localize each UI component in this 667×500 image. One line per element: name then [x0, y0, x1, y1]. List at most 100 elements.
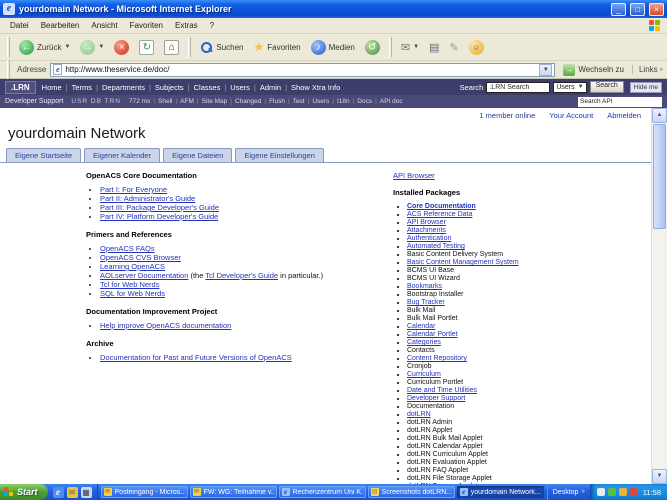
- package-link[interactable]: Calendar Portlet: [407, 331, 458, 338]
- taskbar-task[interactable]: ✉FW: WG: Teilnahme v...: [190, 486, 277, 498]
- hide-me-button[interactable]: Hide me: [630, 82, 662, 93]
- package-link[interactable]: Date and Time Utilities: [407, 387, 477, 394]
- maximize-button[interactable]: □: [630, 3, 645, 16]
- dev-stat-772-ms[interactable]: 772 ms: [129, 98, 150, 105]
- doc-link[interactable]: AOLserver Documentation: [100, 271, 188, 280]
- lrn-nav-classes[interactable]: Classes: [194, 83, 221, 92]
- mail-dropdown-icon[interactable]: ▼: [413, 44, 419, 50]
- api-search-input[interactable]: [578, 98, 667, 105]
- lrn-nav-admin[interactable]: Admin: [260, 83, 281, 92]
- print-button[interactable]: ▤: [425, 39, 443, 56]
- stop-button[interactable]: ×: [110, 38, 133, 57]
- address-dropdown-icon[interactable]: ▼: [539, 64, 552, 76]
- package-link[interactable]: Automated Testing: [407, 243, 465, 250]
- lrn-nav-users[interactable]: Users: [230, 83, 250, 92]
- home-button[interactable]: ⌂: [160, 38, 183, 57]
- dev-stat-flush[interactable]: Flush: [269, 98, 285, 105]
- dev-stat-docs[interactable]: Docs: [357, 98, 372, 105]
- tab-eigener-kalender[interactable]: Eigener Kalender: [84, 148, 160, 162]
- taskbar-task[interactable]: eyourdomain Network...: [457, 486, 544, 498]
- doc-link[interactable]: Help improve OpenACS documentation: [100, 321, 231, 330]
- doc-link[interactable]: Learning OpenACS: [100, 262, 165, 271]
- doc-link[interactable]: Part III: Package Developer's Guide: [100, 203, 219, 212]
- favorites-button[interactable]: ★ Favoriten: [250, 38, 305, 56]
- package-link[interactable]: Content Repository: [407, 355, 467, 362]
- search-button[interactable]: Suchen: [196, 39, 247, 56]
- package-link[interactable]: ACS Reference Data: [407, 211, 472, 218]
- lrn-logo[interactable]: .LRN: [5, 81, 36, 94]
- tab-eigene-dateien[interactable]: Eigene Dateien: [163, 148, 232, 162]
- links-toolbar[interactable]: Links »: [632, 65, 663, 74]
- edit-button[interactable]: ✎: [445, 39, 462, 56]
- start-button[interactable]: Start: [0, 484, 48, 500]
- package-link[interactable]: Categories: [407, 339, 441, 346]
- doc-link[interactable]: Part IV: Platform Developer's Guide: [100, 212, 218, 221]
- minimize-button[interactable]: _: [611, 3, 626, 16]
- dev-stat-site-map[interactable]: Site Map: [202, 98, 228, 105]
- package-link[interactable]: Authentication: [407, 235, 451, 242]
- package-link[interactable]: Core Documentation: [407, 203, 476, 210]
- scrollbar-up-button[interactable]: ▲: [652, 108, 667, 123]
- dev-stat-shell[interactable]: Shell: [158, 98, 172, 105]
- dev-stat-afm[interactable]: AFM: [180, 98, 194, 105]
- developer-toggles[interactable]: USR DB TRN: [71, 98, 121, 105]
- lrn-search-input[interactable]: [486, 82, 550, 93]
- scrollbar-thumb[interactable]: [653, 124, 666, 229]
- menu-item-favoriten[interactable]: Favoriten: [124, 21, 169, 30]
- developer-support-label[interactable]: Developer Support: [5, 98, 63, 105]
- doc-link[interactable]: Tcl for Web Nerds: [100, 280, 159, 289]
- dev-stat-users[interactable]: Users: [312, 98, 329, 105]
- close-button[interactable]: ×: [649, 3, 664, 16]
- taskbar-task[interactable]: ✉Posteingang - Micros...: [101, 486, 188, 498]
- package-link[interactable]: Calendar: [407, 323, 435, 330]
- api-browser-link[interactable]: API Browser: [393, 171, 435, 180]
- toolbar-grip[interactable]: [7, 37, 10, 57]
- forward-button[interactable]: → ▼: [76, 38, 108, 57]
- doc-link[interactable]: OpenACS FAQs: [100, 244, 155, 253]
- vertical-scrollbar[interactable]: ▲ ▼: [651, 108, 667, 484]
- refresh-button[interactable]: ↻: [135, 38, 158, 57]
- menu-item-extras[interactable]: Extras: [169, 21, 204, 30]
- package-link[interactable]: Bookmarks: [407, 283, 442, 290]
- tab-eigene-startseite[interactable]: Eigene Startseite: [6, 148, 81, 162]
- dev-stat-api-doc[interactable]: API doc: [380, 98, 403, 105]
- go-button[interactable]: → Wechseln zu: [559, 64, 628, 76]
- dev-stat-i18n[interactable]: I18n: [337, 98, 350, 105]
- address-bar-grip[interactable]: [7, 60, 10, 80]
- quick-launch-show-desktop-icon[interactable]: ▦: [81, 487, 92, 498]
- dev-stat-test[interactable]: Test: [293, 98, 305, 105]
- lrn-nav-departments[interactable]: Departments: [102, 83, 145, 92]
- logout-link[interactable]: Abmelden: [607, 111, 641, 120]
- package-link[interactable]: dotLRN: [407, 411, 431, 418]
- your-account-link[interactable]: Your Account: [549, 111, 593, 120]
- doc-link[interactable]: Tcl Developer's Guide: [205, 271, 278, 280]
- quick-launch-internet-explorer-icon[interactable]: e: [53, 487, 64, 498]
- tray-icon[interactable]: [619, 488, 627, 496]
- menu-item-bearbeiten[interactable]: Bearbeiten: [35, 21, 86, 30]
- menu-item-datei[interactable]: Datei: [4, 21, 35, 30]
- package-link[interactable]: API Browser: [407, 219, 446, 226]
- history-button[interactable]: ↺: [361, 38, 384, 57]
- menu-item-ansicht[interactable]: Ansicht: [85, 21, 123, 30]
- back-dropdown-icon[interactable]: ▼: [64, 44, 70, 50]
- scrollbar-track[interactable]: [652, 123, 667, 469]
- tray-icon[interactable]: [597, 488, 605, 496]
- desktop-toolbar[interactable]: Desktop »: [547, 484, 590, 500]
- doc-link[interactable]: SQL for Web Nerds: [100, 289, 165, 298]
- quick-launch-outlook-icon[interactable]: ✉: [67, 487, 78, 498]
- lrn-search-button[interactable]: Search: [590, 81, 624, 93]
- doc-link[interactable]: Part II: Administrator's Guide: [100, 194, 195, 203]
- tray-icon[interactable]: [608, 488, 616, 496]
- messenger-button[interactable]: ☺: [465, 38, 488, 57]
- scrollbar-down-button[interactable]: ▼: [652, 469, 667, 484]
- package-link[interactable]: Attachments: [407, 227, 446, 234]
- back-button[interactable]: ← Zurück ▼: [15, 38, 74, 57]
- tray-icon[interactable]: [630, 488, 638, 496]
- forward-dropdown-icon[interactable]: ▼: [98, 44, 104, 50]
- lrn-nav-show-xtra-info[interactable]: Show Xtra Info: [291, 83, 340, 92]
- address-input[interactable]: [65, 65, 536, 74]
- mail-button[interactable]: ✉ ▼: [397, 39, 423, 56]
- dev-stat-changed[interactable]: Changed: [235, 98, 261, 105]
- media-button[interactable]: ♪ Medien: [307, 38, 359, 57]
- doc-link[interactable]: Part I: For Everyone: [100, 185, 167, 194]
